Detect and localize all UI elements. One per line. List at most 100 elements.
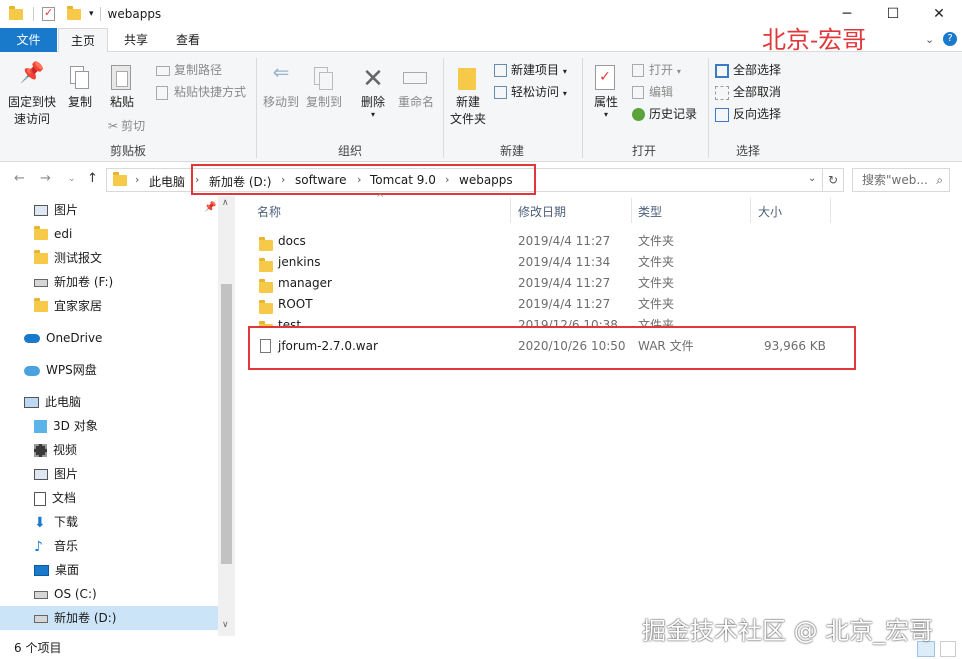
nav-item-pictures-pinned[interactable]: 图片 — [0, 198, 218, 222]
scroll-down-icon[interactable]: ∨ — [222, 620, 229, 630]
file-row[interactable]: ROOT 2019/4/4 11:27 文件夹 — [250, 294, 850, 315]
copy-button[interactable]: 复制 — [62, 64, 98, 111]
edit-icon — [632, 86, 644, 99]
nav-item-drive-c[interactable]: OS (C:) — [0, 582, 218, 606]
group-label-clipboard: 剪贴板 — [109, 144, 146, 158]
watermark-bottom: 掘金技术社区 @ 北京_宏哥 — [642, 617, 934, 645]
scissors-icon: ✂ — [108, 119, 119, 133]
properties-icon: ✓ — [588, 64, 624, 94]
nav-item-test-messages[interactable]: 测试报文 — [0, 246, 218, 270]
nav-item-pictures[interactable]: 图片 — [0, 462, 218, 486]
watermark-top: 北京-宏哥 — [762, 26, 867, 54]
nav-item-drive-f[interactable]: 新加卷 (F:) — [0, 270, 218, 294]
search-input[interactable]: 搜索"web... ⌕ — [852, 168, 950, 192]
folder-icon — [259, 279, 273, 293]
copy-to-button[interactable]: 复制到 — [304, 64, 344, 111]
file-row[interactable]: jenkins 2019/4/4 11:34 文件夹 — [250, 252, 850, 273]
breadcrumb-separator-icon[interactable]: › — [135, 173, 139, 186]
column-header-type[interactable]: 类型 — [638, 203, 662, 223]
recent-locations-chevron-icon[interactable]: ⌄ — [68, 174, 76, 184]
address-dropdown-chevron-icon[interactable]: ⌄ — [808, 173, 816, 184]
copy-path-icon — [156, 65, 170, 76]
move-to-button[interactable]: ⇐ 移动到 — [261, 62, 301, 111]
column-header-name[interactable]: 名称 — [257, 203, 281, 223]
forward-arrow-icon[interactable]: → — [40, 171, 51, 186]
nav-item-edi[interactable]: edi — [0, 222, 218, 246]
new-item-button[interactable]: 新建项目 ▾ — [494, 60, 567, 80]
back-arrow-icon[interactable]: ← — [14, 171, 25, 186]
nav-item-downloads[interactable]: ⬇ 下载 — [0, 510, 218, 534]
large-icons-view-icon[interactable] — [940, 641, 956, 657]
open-button[interactable]: 打开 ▾ — [632, 60, 681, 80]
column-separator — [631, 198, 632, 223]
tab-share[interactable]: 共享 — [112, 28, 160, 52]
nav-item-drive-d[interactable]: 新加卷 (D:) — [0, 606, 218, 630]
delete-button[interactable]: ✕ 删除 ▾ — [355, 64, 391, 119]
group-label-select: 选择 — [735, 144, 760, 158]
nav-item-onedrive[interactable]: OneDrive — [0, 326, 218, 350]
drive-icon — [34, 590, 48, 599]
file-row[interactable]: docs 2019/4/4 11:27 文件夹 — [250, 231, 850, 252]
nav-item-music[interactable]: ♪ 音乐 — [0, 534, 218, 558]
pin-icon: 📌 — [19, 60, 45, 84]
tab-view[interactable]: 查看 — [163, 28, 213, 52]
file-name: jenkins — [278, 255, 321, 269]
group-label-new: 新建 — [499, 144, 524, 158]
open-icon — [632, 64, 644, 77]
ribbon-collapse-icon[interactable]: ⌄ — [925, 33, 934, 46]
nav-item-desktop[interactable]: 桌面 — [0, 558, 218, 582]
breadcrumb-this-pc[interactable]: 此电脑 — [149, 173, 185, 190]
maximize-button[interactable]: ☐ — [870, 0, 916, 28]
history-button[interactable]: 历史记录 — [632, 104, 697, 124]
nav-item-documents[interactable]: 文档 — [0, 486, 218, 510]
wps-cloud-icon — [24, 365, 40, 376]
new-folder-icon[interactable] — [67, 5, 81, 20]
videos-icon — [34, 444, 47, 457]
new-folder-icon — [448, 64, 488, 94]
drive-icon — [34, 278, 48, 287]
nav-item-wps-cloud[interactable]: WPS网盘 — [0, 358, 218, 382]
nav-scrollbar-thumb[interactable] — [221, 284, 232, 564]
properties-button[interactable]: ✓ 属性 ▾ — [588, 64, 624, 119]
invert-selection-icon — [715, 107, 729, 122]
invert-selection-button[interactable]: 反向选择 — [715, 104, 781, 124]
refresh-icon[interactable]: ↻ — [822, 168, 844, 192]
paste-button[interactable]: 粘贴 — [104, 64, 140, 111]
nav-item-ikea[interactable]: 宜家家居 — [0, 294, 218, 318]
folder-icon — [34, 298, 48, 312]
folder-icon — [259, 237, 273, 251]
folder-icon — [259, 258, 273, 272]
copy-to-icon — [304, 64, 344, 94]
file-row[interactable]: manager 2019/4/4 11:27 文件夹 — [250, 273, 850, 294]
column-header-size[interactable]: 大小 — [758, 203, 782, 223]
rename-button[interactable]: 重命名 — [396, 64, 436, 111]
copy-path-button[interactable]: 复制路径 — [156, 60, 222, 80]
ribbon-separator — [443, 58, 444, 158]
easy-access-button[interactable]: 轻松访问 ▾ — [494, 82, 567, 102]
up-arrow-icon[interactable]: ↑ — [87, 171, 98, 186]
scroll-up-icon[interactable]: ∧ — [222, 198, 229, 208]
ribbon-tabs: 文件 主页 共享 查看 北京-宏哥 ⌄ ? — [0, 26, 962, 54]
tab-home[interactable]: 主页 — [58, 28, 108, 53]
file-date: 2019/4/4 11:34 — [518, 255, 611, 269]
pin-quick-access-button[interactable]: 📌 固定到快 速访问 — [6, 60, 58, 128]
file-type: 文件夹 — [638, 234, 675, 248]
paste-shortcut-button[interactable]: 粘贴快捷方式 — [156, 82, 246, 102]
properties-icon[interactable]: ✓ — [42, 6, 55, 21]
edit-button[interactable]: 编辑 — [632, 82, 673, 102]
column-header-modified[interactable]: 修改日期 — [518, 203, 566, 223]
chevron-down-icon[interactable]: ▾ — [89, 9, 94, 19]
tab-file[interactable]: 文件 — [0, 28, 57, 52]
cut-button[interactable]: ✂ 剪切 — [108, 116, 145, 136]
nav-item-this-pc[interactable]: 此电脑 — [0, 390, 218, 414]
nav-item-videos[interactable]: 视频 — [0, 438, 218, 462]
select-none-button[interactable]: 全部取消 — [715, 82, 781, 102]
file-type: 文件夹 — [638, 276, 675, 290]
select-all-button[interactable]: 全部选择 — [715, 60, 781, 80]
help-icon[interactable]: ? — [943, 32, 957, 46]
ribbon-separator — [582, 58, 583, 158]
nav-item-3d-objects[interactable]: 3D 对象 — [0, 414, 218, 438]
close-button[interactable]: ✕ — [916, 0, 962, 28]
history-icon — [632, 108, 645, 121]
new-folder-button[interactable]: 新建 文件夹 — [448, 64, 488, 128]
